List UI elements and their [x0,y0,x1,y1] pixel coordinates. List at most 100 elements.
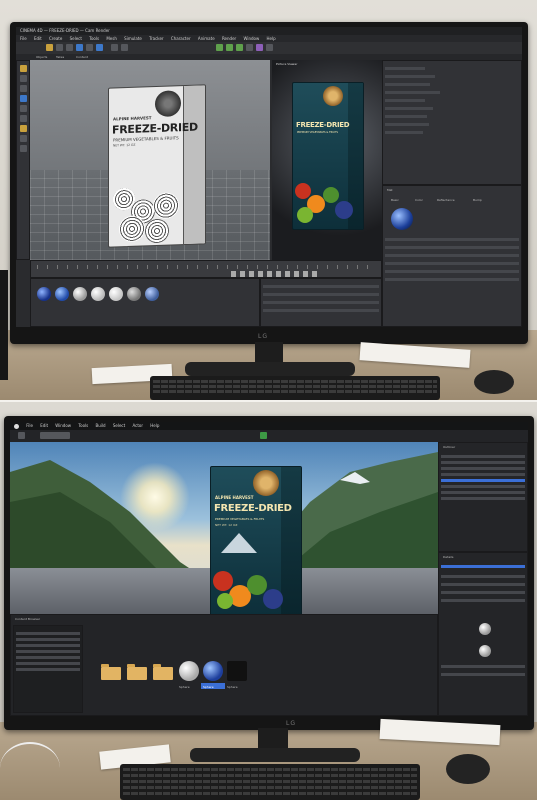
tab-content[interactable]: Content [76,55,88,59]
tool-button[interactable] [20,105,27,112]
outliner-row[interactable] [441,467,525,470]
folder-row[interactable] [16,650,80,653]
asset-sphere-white[interactable] [179,661,199,681]
material-sphere[interactable] [73,287,87,301]
tool-button[interactable] [20,125,27,132]
folder-icon[interactable] [101,664,121,680]
menu-window[interactable]: Window [55,423,71,428]
folder-icon[interactable] [127,664,147,680]
detail-row[interactable] [441,673,525,676]
attr-row[interactable] [385,278,519,281]
tool-button[interactable] [256,44,263,51]
package-wireframe[interactable]: ALPINE HARVEST FREEZE-DRIED PREMIUM VEGE… [108,84,206,248]
menu-help[interactable]: Help [267,36,276,41]
detail-row[interactable] [441,665,525,668]
material-sphere[interactable] [91,287,105,301]
attr-tab-color[interactable]: Color [415,198,423,202]
menu-tools[interactable]: Tools [89,36,99,41]
attr-row[interactable] [385,270,519,273]
coord-row[interactable] [263,293,379,296]
attr-row[interactable] [385,254,519,257]
outliner-row[interactable] [441,473,525,476]
tool-button[interactable] [266,44,273,51]
coord-row[interactable] [263,301,379,304]
attr-tab-reflectance[interactable]: Reflectance [437,198,455,202]
detail-row[interactable] [441,575,525,578]
detail-row[interactable] [441,565,525,568]
menu-window[interactable]: Window [243,36,259,41]
asset-sphere-blue[interactable] [203,661,223,681]
material-thumbnail[interactable] [479,623,491,635]
tool-button[interactable] [40,432,70,439]
detail-row[interactable] [441,583,525,586]
menu-simulate[interactable]: Simulate [124,36,142,41]
outliner-row[interactable] [441,497,525,500]
material-thumbnail[interactable] [479,645,491,657]
menu-help[interactable]: Help [150,423,159,428]
tab-takes[interactable]: Takes [56,55,64,59]
object-row[interactable] [385,131,423,134]
tool-button[interactable] [66,44,73,51]
playback-controls[interactable] [231,271,321,277]
material-sphere[interactable] [109,287,123,301]
coord-row[interactable] [263,309,379,312]
render-viewport[interactable]: FREEZE-DRIED PREMIUM VEGETABLES & FRUITS… [272,60,382,260]
menu-tools[interactable]: Tools [78,423,88,428]
object-row[interactable] [385,83,430,86]
attr-row[interactable] [385,262,519,265]
menu-edit[interactable]: Edit [40,423,48,428]
perspective-viewport[interactable]: ALPINE HARVEST FREEZE-DRIED PREMIUM VEGE… [30,60,270,260]
object-row[interactable] [385,99,425,102]
menu-build[interactable]: Build [96,423,106,428]
object-row[interactable] [385,107,433,110]
menu-render[interactable]: Render [222,36,236,41]
asset-dark[interactable] [227,661,247,681]
menu-create[interactable]: Create [49,36,62,41]
attr-row[interactable] [385,246,519,249]
menu-mesh[interactable]: Mesh [106,36,117,41]
outliner-row-selected[interactable] [441,479,525,482]
outliner-row[interactable] [441,491,525,494]
tool-button[interactable] [216,44,223,51]
package-render[interactable]: ALPINE HARVEST FREEZE-DRIED PREMIUM VEGE… [210,466,302,616]
menu-edit[interactable]: Edit [34,36,42,41]
attr-tab-bump[interactable]: Bump [473,198,482,202]
level-viewport[interactable]: ALPINE HARVEST FREEZE-DRIED PREMIUM VEGE… [10,442,438,616]
tool-button[interactable] [111,44,118,51]
folder-row[interactable] [16,638,80,641]
tool-button[interactable] [18,432,25,439]
object-row[interactable] [385,115,427,118]
tool-button[interactable] [121,44,128,51]
outliner-row[interactable] [441,455,525,458]
tool-button[interactable] [86,44,93,51]
folder-row[interactable] [16,668,80,671]
tool-button[interactable] [56,44,63,51]
folder-row[interactable] [16,656,80,659]
tool-button[interactable] [20,135,27,142]
material-sphere[interactable] [127,287,141,301]
menu-animate[interactable]: Animate [198,36,215,41]
tool-button[interactable] [20,65,27,72]
material-sphere[interactable] [145,287,159,301]
folder-row[interactable] [16,662,80,665]
timeline[interactable] [30,260,382,278]
menu-file[interactable]: File [26,423,33,428]
attr-tab-basic[interactable]: Basic [391,198,399,202]
tab-objects[interactable]: Objects [36,55,47,59]
tool-button[interactable] [226,44,233,51]
object-row[interactable] [385,91,440,94]
detail-row[interactable] [441,591,525,594]
tool-button[interactable] [96,44,103,51]
tool-button[interactable] [20,85,27,92]
play-button[interactable] [260,432,267,439]
tool-button[interactable] [76,44,83,51]
tool-button[interactable] [20,145,27,152]
menu-file[interactable]: File [20,36,27,41]
menu-character[interactable]: Character [171,36,191,41]
menu-tracker[interactable]: Tracker [149,36,163,41]
folder-row[interactable] [16,632,80,635]
object-row[interactable] [385,75,435,78]
outliner-row[interactable] [441,461,525,464]
attr-row[interactable] [385,238,519,241]
outliner-row[interactable] [441,485,525,488]
